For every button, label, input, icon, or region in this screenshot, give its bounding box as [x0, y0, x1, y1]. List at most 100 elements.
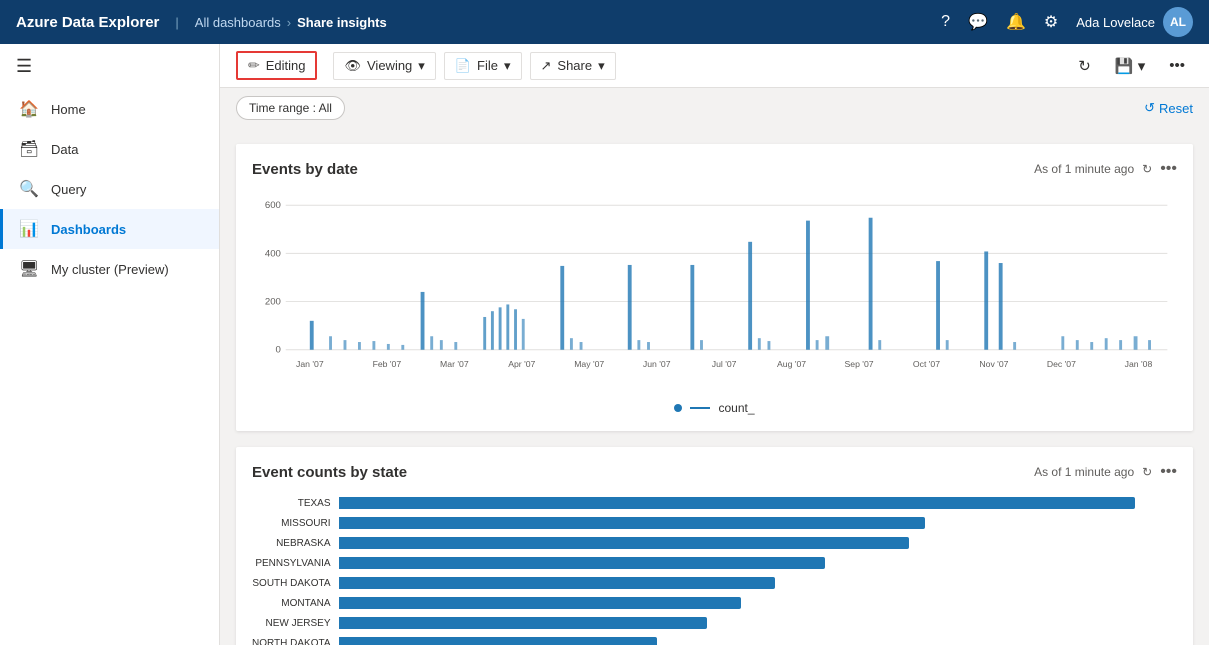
- sidebar-item-query-label: Query: [51, 182, 86, 197]
- share-label: Share: [557, 58, 592, 73]
- events-meta-text: As of 1 minute ago: [1034, 162, 1134, 176]
- state-bar-chart: TEXAS MISSOURI NEBRASKA PENNSYLVANIA SOU…: [252, 493, 1177, 645]
- state-label-new-jersey: NEW JERSEY: [252, 613, 331, 633]
- file-button[interactable]: 📄 File ▾: [444, 52, 522, 80]
- notification-icon[interactable]: 🔔: [1006, 12, 1026, 32]
- refresh-icon[interactable]: ↻: [1142, 162, 1152, 176]
- events-chart-svg: 600 400 200 0: [252, 190, 1177, 390]
- sidebar-item-data[interactable]: 🗃 Data: [0, 129, 219, 169]
- editing-box[interactable]: ✏ Editing: [236, 51, 317, 80]
- bar-new-jersey: [339, 617, 708, 629]
- file-chevron-icon: ▾: [504, 58, 511, 74]
- svg-text:Dec '07: Dec '07: [1047, 359, 1076, 369]
- svg-text:600: 600: [265, 200, 281, 211]
- svg-text:Aug '07: Aug '07: [777, 359, 806, 369]
- bar-row-missouri: [339, 513, 1177, 533]
- user-name: Ada Lovelace: [1076, 15, 1155, 30]
- breadcrumb-chevron: ›: [287, 15, 291, 30]
- chevron-down-icon: ▾: [418, 58, 425, 74]
- settings-icon[interactable]: ⚙: [1044, 12, 1058, 32]
- reset-label: Reset: [1159, 101, 1193, 116]
- toolbar: ✏ Editing 👁 Viewing ▾ 📄 File ▾ ↗ Share ▾…: [220, 44, 1209, 88]
- state-label-north-dakota: NORTH DAKOTA: [252, 633, 331, 645]
- refresh-button[interactable]: ↻: [1070, 52, 1099, 80]
- file-icon: 📄: [455, 58, 471, 74]
- breadcrumb: All dashboards › Share insights: [195, 15, 929, 30]
- state-bars: [339, 493, 1177, 645]
- chat-icon[interactable]: 💬: [968, 12, 988, 32]
- svg-text:0: 0: [276, 345, 281, 356]
- bar-missouri: [339, 517, 926, 529]
- user-menu[interactable]: Ada Lovelace AL: [1076, 7, 1193, 37]
- editing-label: Editing: [266, 58, 306, 73]
- bar-row-texas: [339, 493, 1177, 513]
- state-label-south-dakota: SOUTH DAKOTA: [252, 573, 331, 593]
- reset-button[interactable]: ↺ Reset: [1144, 100, 1193, 116]
- save-button[interactable]: 💾 ▾: [1107, 52, 1153, 80]
- svg-text:May '07: May '07: [574, 359, 604, 369]
- sidebar-item-data-label: Data: [51, 142, 78, 157]
- query-icon: 🔍: [19, 179, 39, 199]
- help-icon[interactable]: ?: [941, 13, 950, 31]
- chart-header-counts: Event counts by state As of 1 minute ago…: [252, 463, 1177, 481]
- chart-meta-events: As of 1 minute ago ↻ •••: [1034, 160, 1177, 178]
- sidebar-item-home[interactable]: 🏠 Home: [0, 89, 219, 129]
- viewing-button[interactable]: 👁 Viewing ▾: [333, 52, 435, 80]
- bar-south-dakota: [339, 577, 775, 589]
- svg-text:Feb '07: Feb '07: [373, 359, 402, 369]
- filter-label: Time range : All: [249, 101, 332, 115]
- counts-refresh-icon[interactable]: ↻: [1142, 465, 1152, 479]
- chart-header-events: Events by date As of 1 minute ago ↻ •••: [252, 160, 1177, 178]
- bar-row-south-dakota: [339, 573, 1177, 593]
- sidebar-item-query[interactable]: 🔍 Query: [0, 169, 219, 209]
- viewing-label: Viewing: [367, 58, 412, 73]
- sidebar-item-cluster[interactable]: 🖥 My cluster (Preview): [0, 249, 219, 289]
- bar-north-dakota: [339, 637, 658, 645]
- main-layout: ☰ 🏠 Home 🗃 Data 🔍 Query 📊 Dashboards 🖥 M…: [0, 44, 1209, 645]
- svg-text:Jan '08: Jan '08: [1125, 359, 1153, 369]
- counts-chart-title: Event counts by state: [252, 464, 407, 481]
- reset-icon: ↺: [1144, 100, 1155, 116]
- bar-row-north-dakota: [339, 633, 1177, 645]
- share-button[interactable]: ↗ Share ▾: [530, 52, 616, 80]
- bar-texas: [339, 497, 1136, 509]
- legend-dot: [674, 404, 682, 412]
- svg-text:Nov '07: Nov '07: [979, 359, 1008, 369]
- state-label-texas: TEXAS: [252, 493, 331, 513]
- svg-text:Jul '07: Jul '07: [712, 359, 737, 369]
- bar-row-nebraska: [339, 533, 1177, 553]
- cluster-icon: 🖥: [19, 259, 39, 279]
- file-label: File: [477, 58, 498, 73]
- state-labels: TEXAS MISSOURI NEBRASKA PENNSYLVANIA SOU…: [252, 493, 339, 645]
- reset-area: ↺ Reset: [1144, 100, 1193, 116]
- bar-montana: [339, 597, 741, 609]
- share-chevron-icon: ▾: [598, 58, 605, 74]
- events-chart-container: 600 400 200 0: [252, 190, 1177, 393]
- svg-text:Jan '07: Jan '07: [296, 359, 324, 369]
- more-options-button[interactable]: •••: [1161, 52, 1193, 79]
- content-area: ✏ Editing 👁 Viewing ▾ 📄 File ▾ ↗ Share ▾…: [220, 44, 1209, 645]
- state-label-pennsylvania: PENNSYLVANIA: [252, 553, 331, 573]
- breadcrumb-current: Share insights: [297, 15, 387, 30]
- nav-separator: |: [175, 15, 178, 30]
- counts-more-icon[interactable]: •••: [1160, 463, 1177, 481]
- avatar: AL: [1163, 7, 1193, 37]
- sidebar: ☰ 🏠 Home 🗃 Data 🔍 Query 📊 Dashboards 🖥 M…: [0, 44, 220, 645]
- brand-title: Azure Data Explorer: [16, 14, 159, 31]
- breadcrumb-all-dashboards[interactable]: All dashboards: [195, 15, 281, 30]
- dashboards-icon: 📊: [19, 219, 39, 239]
- hamburger-menu[interactable]: ☰: [0, 44, 219, 89]
- pencil-icon: ✏: [248, 57, 260, 74]
- svg-text:Jun '07: Jun '07: [643, 359, 671, 369]
- sidebar-item-dashboards[interactable]: 📊 Dashboards: [0, 209, 219, 249]
- sidebar-item-dashboards-label: Dashboards: [51, 222, 126, 237]
- time-range-filter[interactable]: Time range : All: [236, 96, 345, 120]
- chart-more-icon[interactable]: •••: [1160, 160, 1177, 178]
- data-icon: 🗃: [19, 139, 39, 159]
- svg-text:Mar '07: Mar '07: [440, 359, 469, 369]
- top-nav-icons: ? 💬 🔔 ⚙ Ada Lovelace AL: [941, 7, 1193, 37]
- legend-line: [690, 407, 710, 409]
- events-by-date-card: Events by date As of 1 minute ago ↻ ••• …: [236, 144, 1193, 431]
- svg-text:400: 400: [265, 248, 281, 259]
- svg-text:Apr '07: Apr '07: [508, 359, 535, 369]
